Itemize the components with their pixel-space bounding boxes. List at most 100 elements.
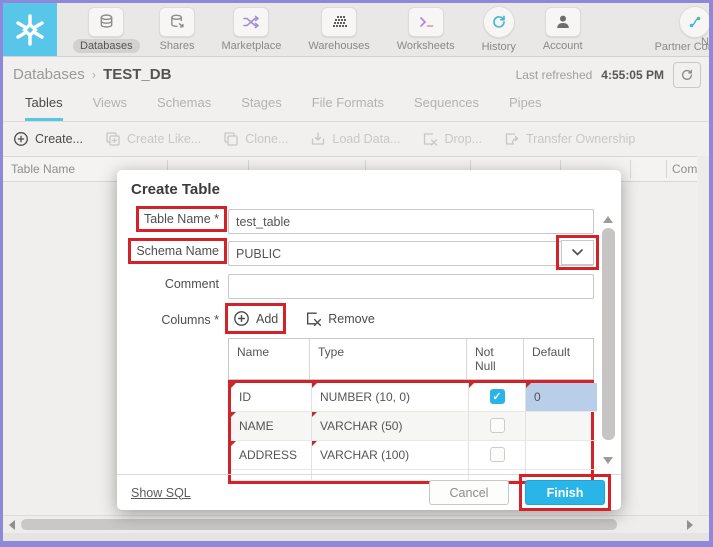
column-row: NAME VARCHAR (50) [231,412,597,441]
tab-file-formats[interactable]: File Formats [312,95,384,121]
warehouses-icon [321,6,358,37]
refresh-zone: Last refreshed 4:55:05 PM [516,61,701,88]
account-icon [544,6,581,37]
dialog-scroll-thumb[interactable] [602,228,615,440]
cell-not-null [469,383,526,412]
schema-dropdown-button[interactable] [561,240,594,265]
nav-label-partner-connect: Partner Connect [654,40,709,53]
tab-pipes[interactable]: Pipes [509,95,542,121]
plus-circle-icon [234,311,249,326]
vertical-scrollbar[interactable] [698,156,709,515]
last-refreshed-time: 4:55:05 PM [601,67,664,82]
marketplace-icon [233,6,270,37]
nav-item-history[interactable]: History [475,5,523,54]
create-table-dialog: Create Table Table Name * Schema Name PU… [117,170,621,511]
load-data-button[interactable]: Load Data... [310,131,400,147]
chevron-down-icon [572,249,583,256]
cancel-button[interactable]: Cancel [429,480,509,505]
cell-name[interactable]: NAME [231,412,312,441]
breadcrumb-row: Databases › TEST_DB Last refreshed 4:55:… [3,57,709,92]
nav-label-worksheets: Worksheets [396,39,455,52]
column-row: ADDRESS VARCHAR (100) [231,441,597,470]
columns-label: Columns * [161,313,219,327]
cell-type[interactable]: VARCHAR (100) [312,441,469,470]
nav-label-warehouses: Warehouses [308,39,370,52]
horizontal-scroll-thumb[interactable] [21,519,617,530]
nav-item-marketplace[interactable]: Marketplace [214,6,288,53]
create-button[interactable]: Create... [13,131,83,147]
nav-item-account[interactable]: Account [536,6,590,53]
snowflake-logo[interactable] [3,3,57,56]
not-null-checkbox[interactable] [489,418,505,433]
nav-item-shares[interactable]: Shares [153,6,202,53]
schema-name-select[interactable]: PUBLIC [228,235,599,270]
create-like-button[interactable]: Create Like... [105,131,201,147]
col-header-not-null: Not Null [467,339,524,379]
finish-button-annotation: Finish [519,474,611,511]
breadcrumb-current: TEST_DB [103,66,172,83]
dialog-scrollbar[interactable] [602,214,615,464]
comment-input[interactable] [228,274,594,299]
drop-icon [424,133,438,146]
cell-type[interactable]: NUMBER (10, 0) [312,383,469,412]
remove-column-button[interactable]: Remove [300,306,380,331]
remove-icon [307,312,322,327]
nav-item-warehouses[interactable]: Warehouses [301,6,376,53]
plus-circle-icon [14,132,28,146]
bottom-strip [3,533,709,541]
grid-header-table-name[interactable]: Table Name [11,162,75,176]
partner-connect-icon [678,5,709,38]
schema-dropdown-annotation [556,235,599,270]
drop-button[interactable]: Drop... [422,131,482,147]
tab-tables[interactable]: Tables [25,95,63,121]
tab-stages[interactable]: Stages [241,95,281,121]
col-header-name: Name [229,339,310,379]
transfer-ownership-button[interactable]: Transfer Ownership [504,131,635,147]
cell-default[interactable] [526,412,597,441]
cell-name[interactable]: ID [231,383,312,412]
screenshot-frame: Databases Shares Marketplace Warehouses … [0,0,713,547]
add-column-button[interactable]: Add [228,306,283,331]
nav-item-partner-connect[interactable]: Partner Connect [648,5,709,54]
table-name-input[interactable] [228,209,594,234]
scroll-down-arrow-icon[interactable] [603,457,613,464]
tab-sequences[interactable]: Sequences [414,95,479,121]
scroll-up-arrow-icon[interactable] [603,216,613,223]
breadcrumb-parent[interactable]: Databases [13,66,85,83]
show-sql-link[interactable]: Show SQL [131,486,191,500]
nav-label-databases: Databases [73,38,140,53]
columns-table-header: Name Type Not Null Default [228,338,594,380]
history-icon [482,5,515,38]
nav-item-databases[interactable]: Databases [73,6,140,53]
schema-name-value: PUBLIC [236,246,282,261]
transfer-icon [505,133,519,145]
nav-item-worksheets[interactable]: Worksheets [390,6,462,53]
cell-not-null [469,441,526,470]
table-name-label-wrap: Table Name * [111,206,227,232]
horizontal-scrollbar[interactable] [3,515,709,533]
databases-icon [88,6,125,37]
cell-default[interactable] [526,441,597,470]
top-navigation: Databases Shares Marketplace Warehouses … [3,3,709,57]
cell-type[interactable]: VARCHAR (50) [312,412,469,441]
column-separator[interactable] [630,160,631,178]
clone-button[interactable]: Clone... [223,131,288,147]
cell-default[interactable]: 0 [526,383,597,412]
tab-views[interactable]: Views [93,95,127,121]
scroll-left-arrow-icon[interactable] [9,520,15,530]
refresh-icon [681,69,693,80]
cell-name[interactable]: ADDRESS [231,441,312,470]
scroll-right-arrow-icon[interactable] [687,520,693,530]
not-null-checkbox[interactable] [489,447,505,462]
refresh-button[interactable] [673,61,701,88]
not-null-checkbox[interactable] [489,389,505,404]
nav-items: Databases Shares Marketplace Warehouses … [57,3,590,56]
table-name-label: Table Name * [135,206,227,232]
cell-not-null [469,412,526,441]
column-separator[interactable] [666,160,667,178]
finish-button[interactable]: Finish [525,480,605,505]
breadcrumb: Databases › TEST_DB [13,66,171,83]
columns-definition-table: Name Type Not Null Default ID NUMBER (10… [228,338,597,484]
tab-schemas[interactable]: Schemas [157,95,211,121]
toolbar: Create... Create Like... Clone... Load D… [3,122,709,156]
